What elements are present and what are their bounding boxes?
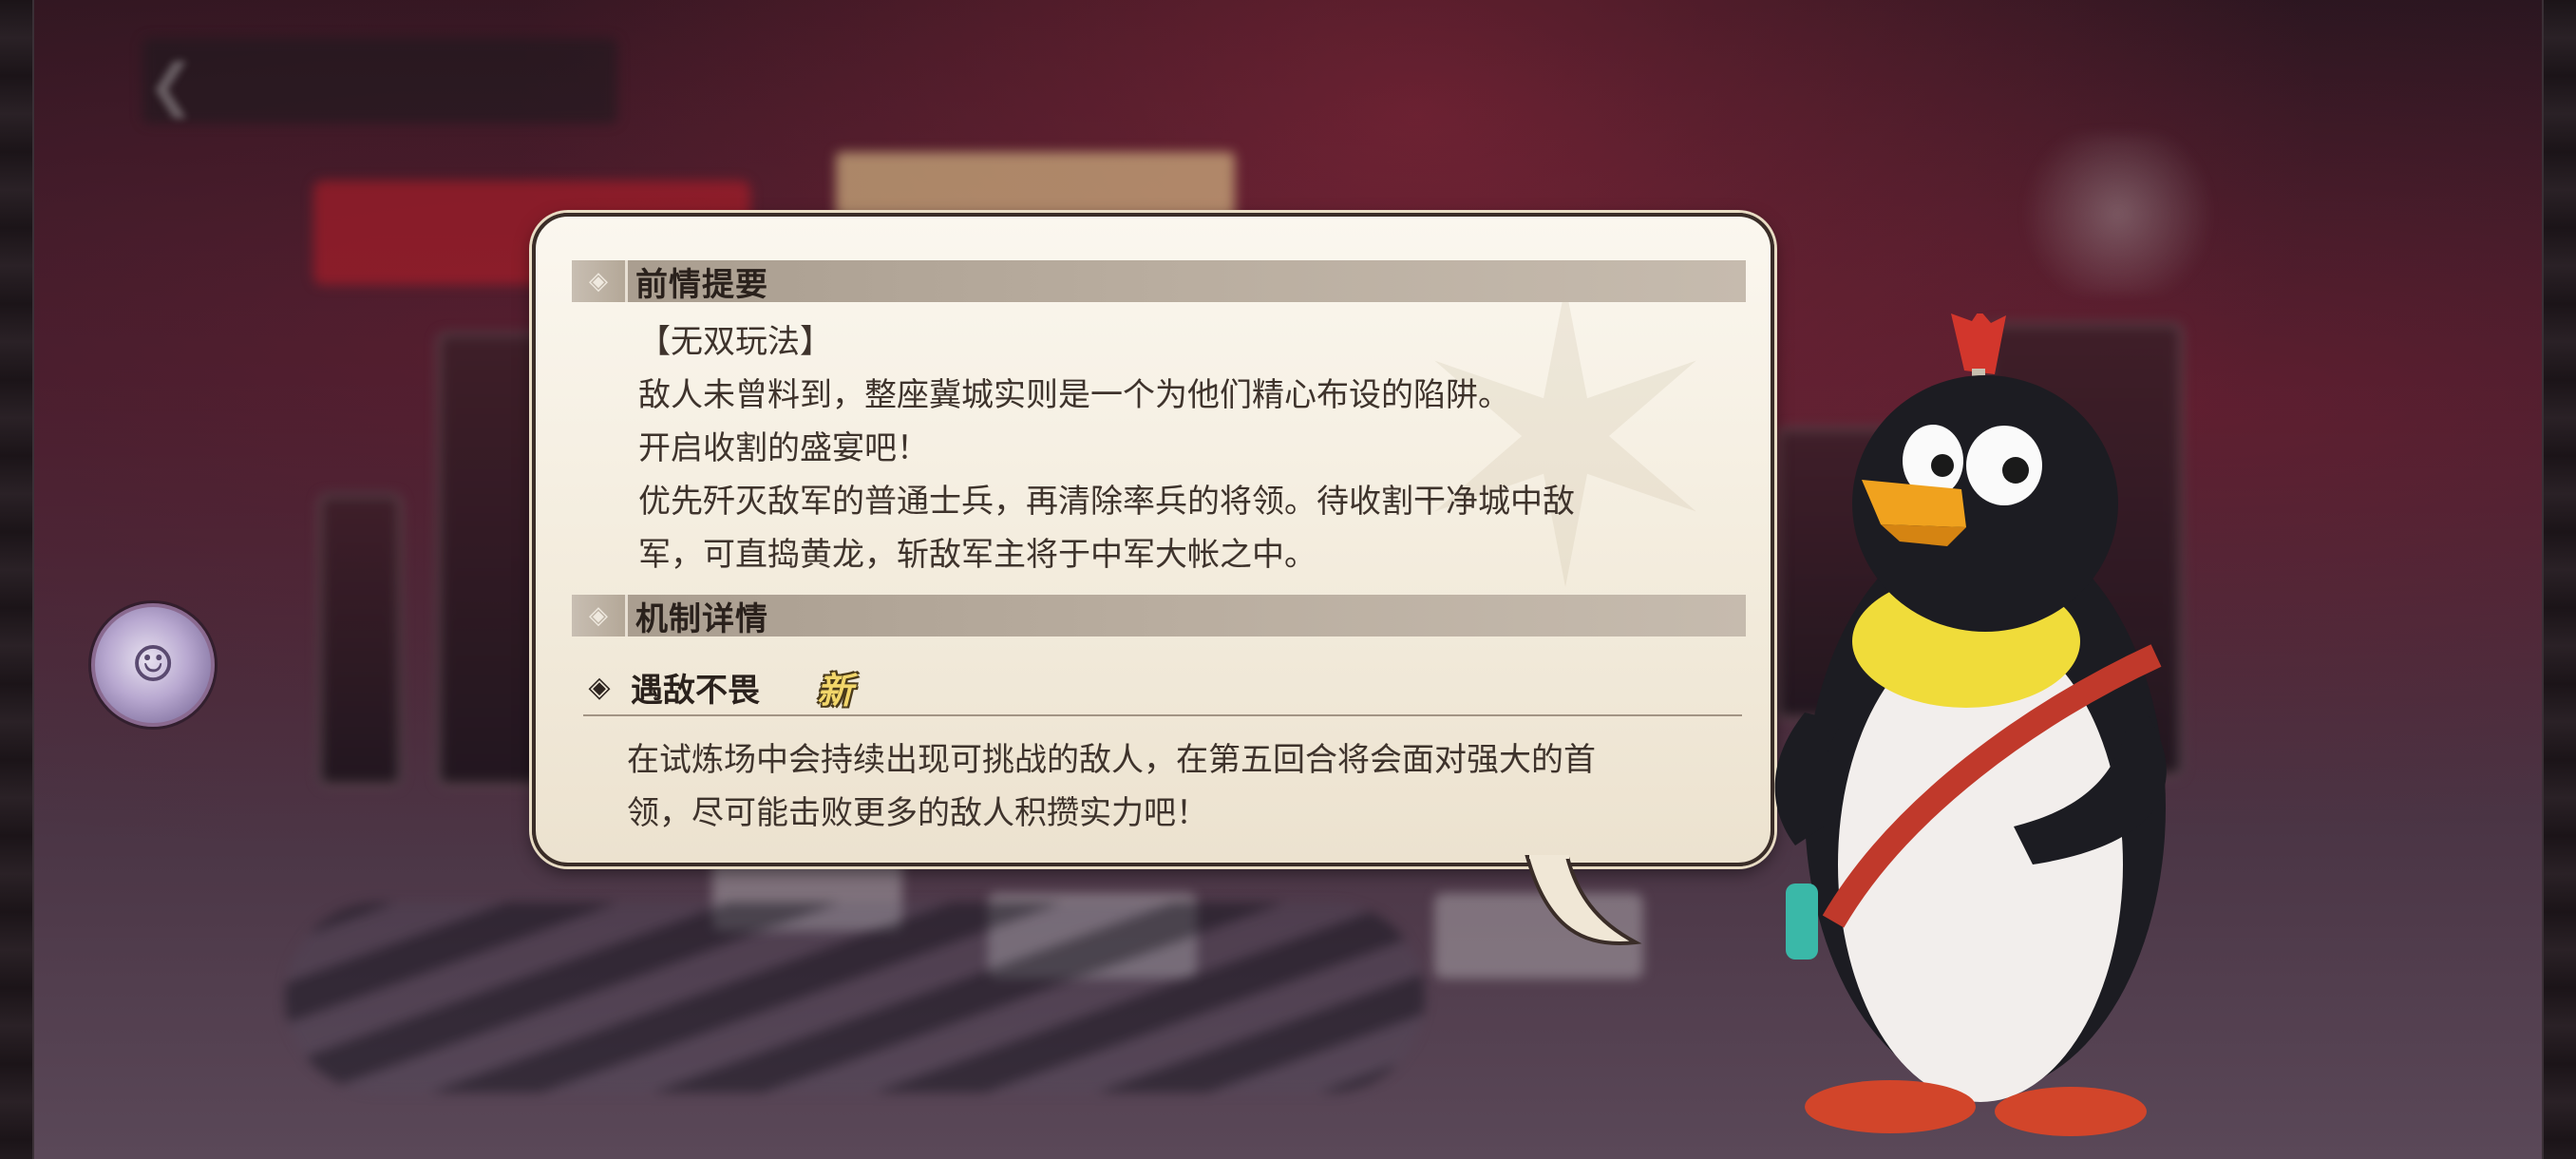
- section-header-mechanics: ◈ 机制详情: [572, 595, 1746, 638]
- penguin-mascot: [1774, 314, 2167, 1136]
- mechanic-description: 在试炼场中会持续出现可挑战的敌人，在第五回合将会面对强大的首 领，尽可能击败更多…: [627, 733, 1691, 840]
- mechanic-desc-line: 领，尽可能击败更多的敌人积攒实力吧！: [627, 794, 1208, 832]
- avatar-face-icon: ☺: [130, 636, 176, 694]
- background-story-text: 【无双玩法】 敌人未曾料到，整座冀城实则是一个为他们精心布设的陷阱。 开启收割的…: [638, 315, 1683, 581]
- diamond-marker-icon: ◈: [572, 595, 628, 636]
- background-top-bar: [142, 38, 617, 124]
- character-avatar[interactable]: ☺: [91, 603, 215, 727]
- diamond-marker-icon: ◈: [572, 260, 628, 302]
- diamond-bullet-icon: ◈: [588, 670, 611, 704]
- game-screen: ❮ ☺ ✶ ◈ 前情提要 【无双玩法】 敌人未曾料到，整座冀城实则是一个为他们精…: [0, 0, 2576, 1159]
- speech-bubble-tail: [1525, 855, 1642, 945]
- right-ornament-frame: [2542, 0, 2576, 1159]
- mechanic-name: 遇敌不畏: [631, 671, 760, 710]
- background-chain: [285, 902, 1425, 1092]
- section-title: 前情提要: [635, 265, 768, 304]
- new-badge: 新: [817, 668, 854, 712]
- story-line: 【无双玩法】: [638, 323, 832, 361]
- story-line: 敌人未曾料到，整座冀城实则是一个为他们精心布设的陷阱。: [638, 376, 1510, 414]
- mechanic-desc-line: 在试炼场中会持续出现可挑战的敌人，在第五回合将会面对强大的首: [627, 741, 1596, 779]
- background-ribbon: [836, 152, 1235, 218]
- section-title: 机制详情: [635, 599, 768, 638]
- mechanic-row: ◈ 遇敌不畏 新: [583, 659, 1742, 716]
- background-card: [318, 494, 402, 787]
- left-ornament-frame: [0, 0, 34, 1159]
- back-arrow-icon[interactable]: ❮: [147, 52, 204, 119]
- section-header-background: ◈ 前情提要: [572, 260, 1746, 304]
- story-line: 军，可直捣黄龙，斩敌军主将于中军大帐之中。: [638, 536, 1316, 574]
- crossed-swords-icon: [1995, 133, 2242, 294]
- info-dialog[interactable]: ✶ ◈ 前情提要 【无双玩法】 敌人未曾料到，整座冀城实则是一个为他们精心布设的…: [532, 213, 1774, 866]
- story-line: 开启收割的盛宴吧！: [638, 429, 929, 467]
- story-line: 优先歼灭敌军的普通士兵，再清除率兵的将领。待收割干净城中敌: [638, 483, 1575, 521]
